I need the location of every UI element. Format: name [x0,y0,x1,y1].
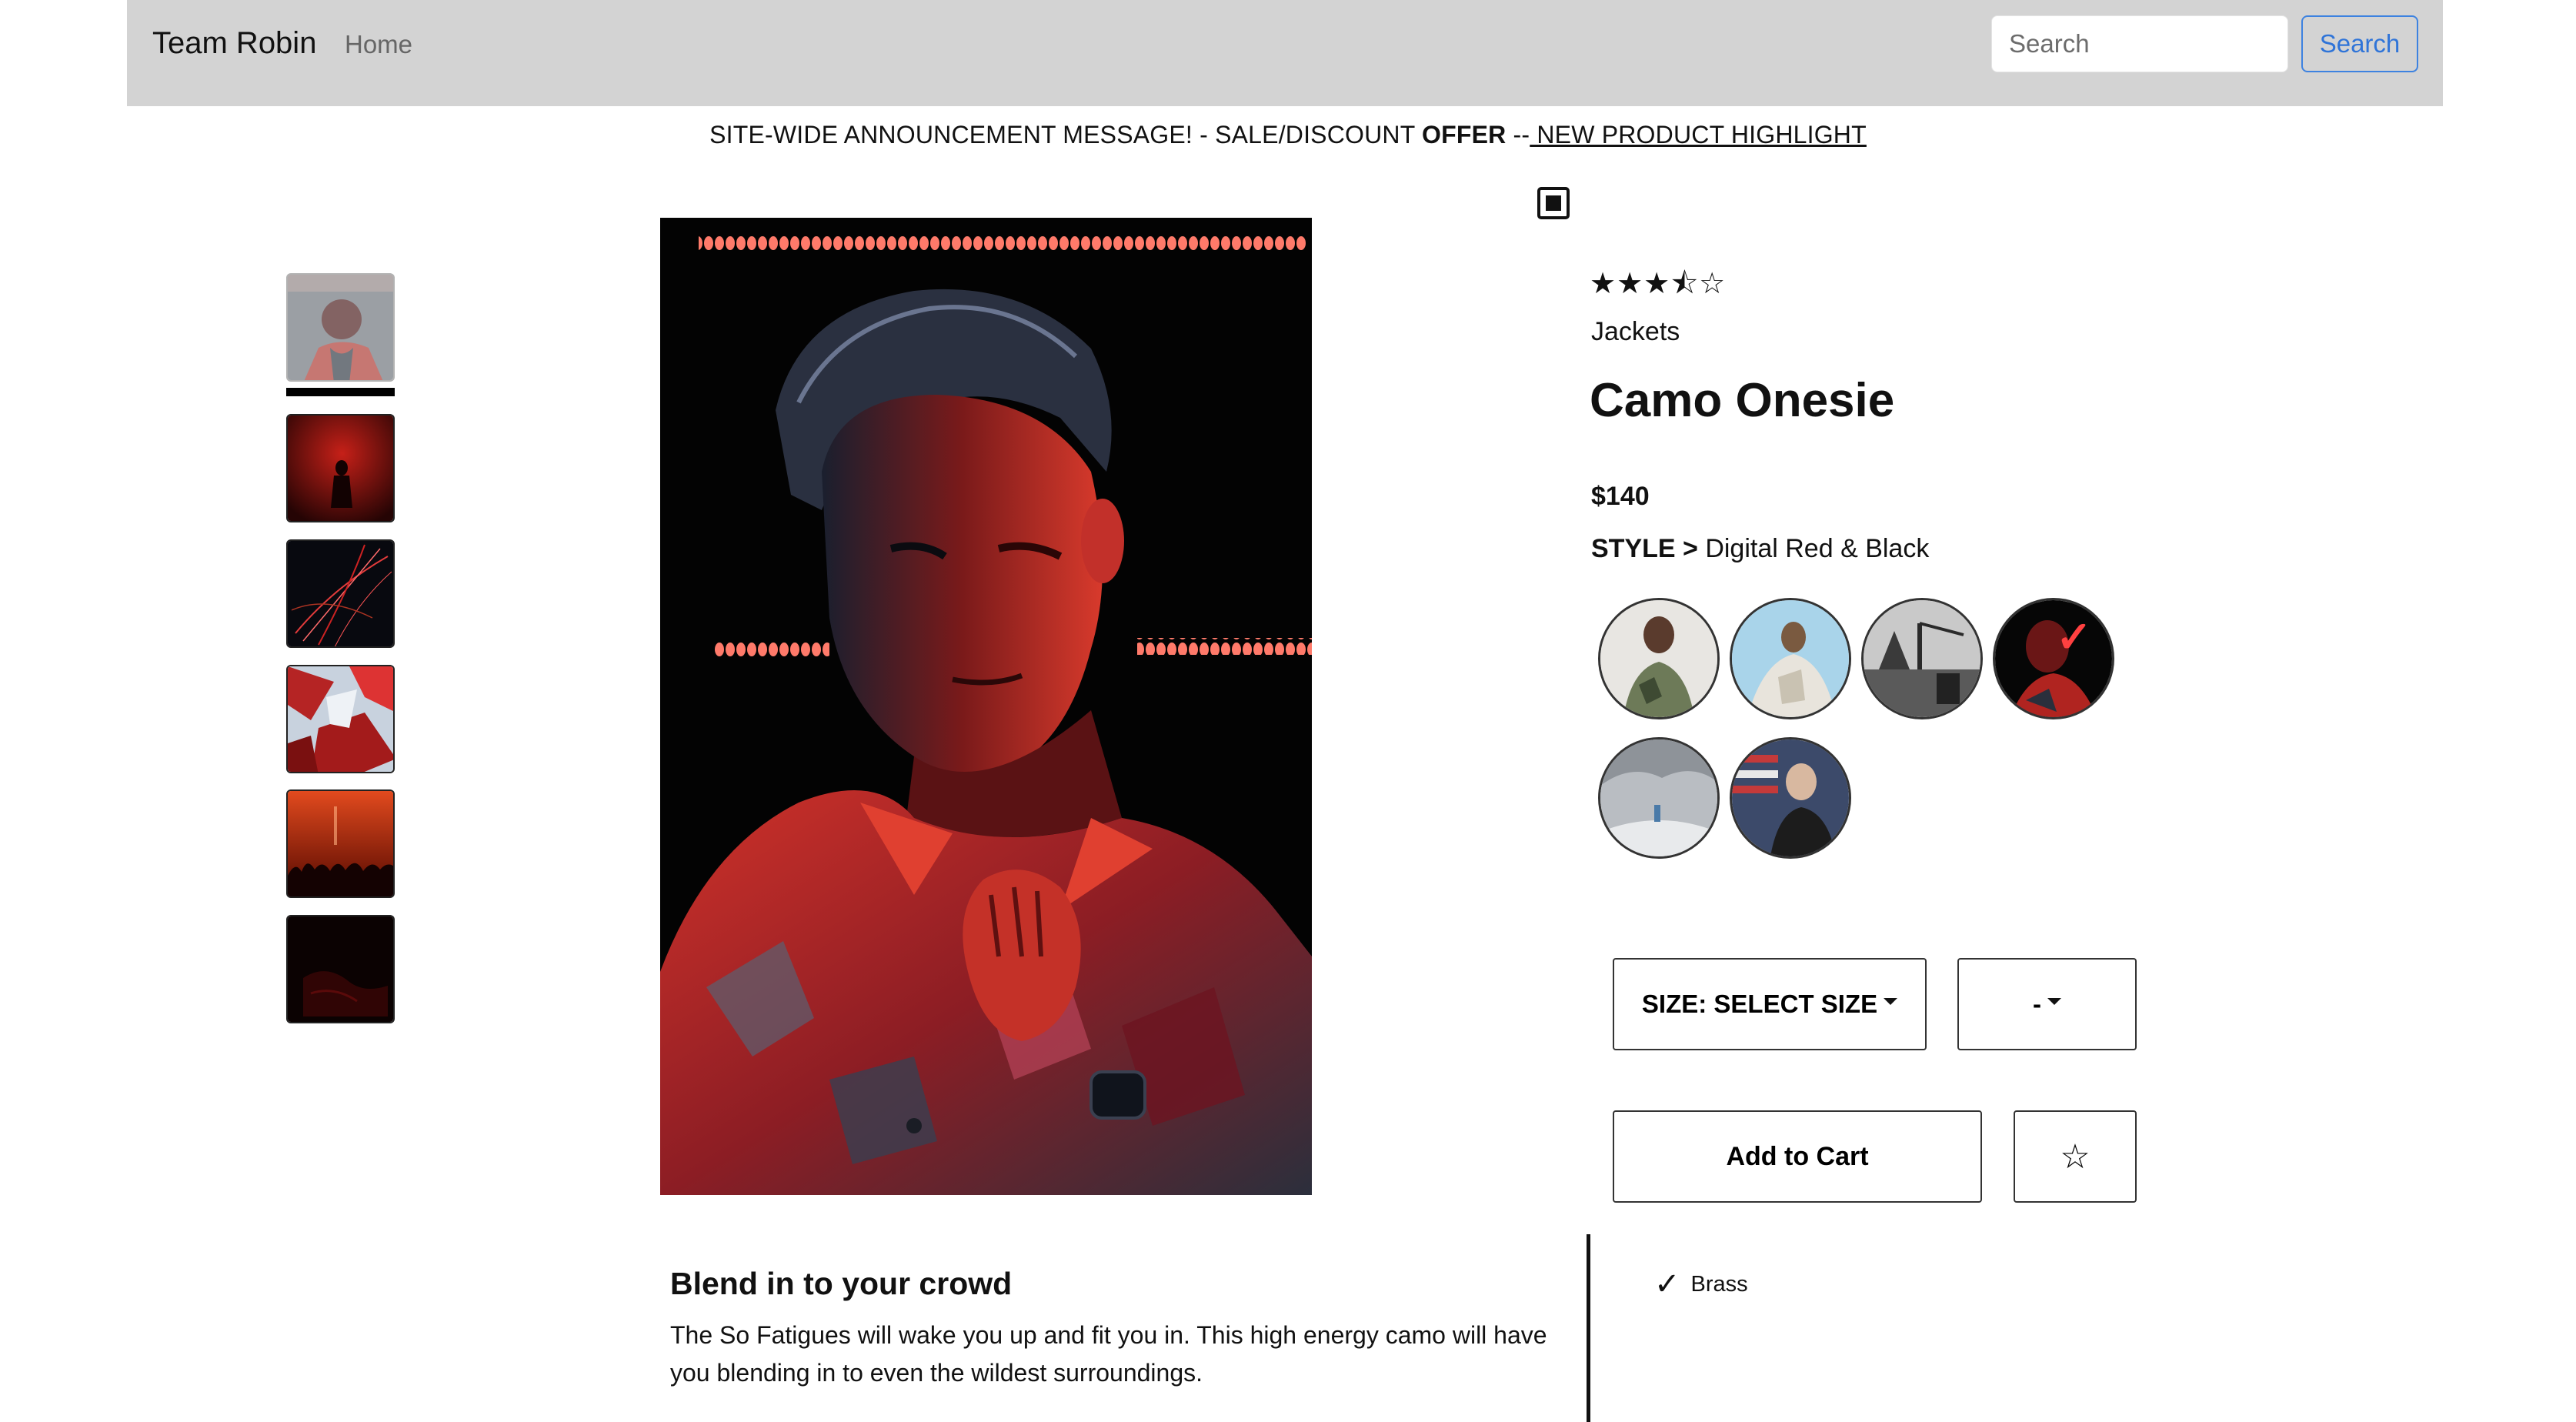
style-value: Digital Red & Black [1705,534,1930,563]
size-dropdown[interactable]: SIZE: SELECT SIZE [1613,958,1927,1050]
thumbnail-2[interactable] [286,414,395,522]
compare-checkbox[interactable] [1537,187,1570,219]
announcement-bar: SITE-WIDE ANNOUNCEMENT MESSAGE! - SALE/D… [0,121,2576,149]
description-heading: Blend in to your crowd [670,1266,1013,1301]
vertical-divider [1587,1234,1590,1422]
thumb-concert-image [288,791,393,896]
announcement-offer: OFFER [1422,121,1507,149]
style-swatch-1[interactable] [1598,598,1720,719]
style-swatch-3[interactable] [1861,598,1983,719]
thumbnail-4[interactable] [286,665,395,773]
thumb-abstract-image [288,666,393,772]
quantity-dropdown-label: - [2033,990,2041,1018]
swatch-industrial-image [1864,600,1980,717]
search-button[interactable]: Search [2301,15,2418,72]
brand-link[interactable]: Team Robin [152,26,316,61]
caret-down-icon [2047,997,2061,1005]
new-product-link[interactable]: NEW PRODUCT HIGHLIGHT [1530,121,1867,149]
style-label-line: STYLE > Digital Red & Black [1591,534,1929,564]
rating-stars: ★★★⯪☆ [1590,268,1727,300]
thumb-silhouette-image [288,416,393,521]
style-swatch-4-selected[interactable]: ✓ [1993,598,2114,719]
thumb-portrait-image [288,275,393,380]
swatch-man-flag-image [1732,739,1849,856]
product-category: Jackets [1591,317,1680,346]
caret-down-icon [1884,997,1898,1005]
swatch-red-black-image [1995,600,2112,717]
product-price: $140 [1591,482,1650,511]
announcement-text: SITE-WIDE ANNOUNCEMENT MESSAGE! - SALE/D… [709,121,1423,149]
style-swatch-6[interactable] [1730,737,1851,859]
thumbnail-active-indicator [286,388,395,396]
main-portrait-image [660,218,1312,1195]
thumbnail-5[interactable] [286,789,395,898]
thumb-light-trails-image [288,541,393,646]
navbar: Team Robin Home Search [127,0,2443,106]
star-outline-icon: ☆ [2060,1137,2090,1177]
swatch-snow-image [1600,739,1717,856]
thumbnail-6[interactable] [286,915,395,1023]
feature-label: Brass [1690,1271,1748,1297]
style-swatch-2[interactable] [1730,598,1851,719]
selected-check-icon: ✓ [2056,613,2092,661]
main-product-image [660,218,1312,1195]
swatch-woman-camo-image [1600,600,1717,717]
thumb-dark-image [288,916,393,1022]
size-dropdown-label: SIZE: SELECT SIZE [1641,990,1878,1018]
checkmark-icon: ✓ [1654,1267,1680,1302]
product-title: Camo Onesie [1590,374,1895,427]
thumbnail-1[interactable] [286,273,395,382]
style-swatch-5[interactable] [1598,737,1720,859]
announcement-separator: -- [1506,121,1530,149]
feature-item: ✓ Brass [1654,1269,1748,1300]
description-text: The So Fatigues will wake you up and fit… [670,1321,1547,1387]
quantity-dropdown[interactable]: - [1957,958,2137,1050]
favorite-button[interactable]: ☆ [2014,1110,2137,1203]
add-to-cart-button[interactable]: Add to Cart [1613,1110,1982,1203]
nav-home-link[interactable]: Home [345,30,412,59]
search-input[interactable] [1991,15,2288,72]
style-label: STYLE > [1591,534,1698,563]
thumbnail-3[interactable] [286,539,395,648]
swatch-woman-sky-image [1732,600,1849,717]
